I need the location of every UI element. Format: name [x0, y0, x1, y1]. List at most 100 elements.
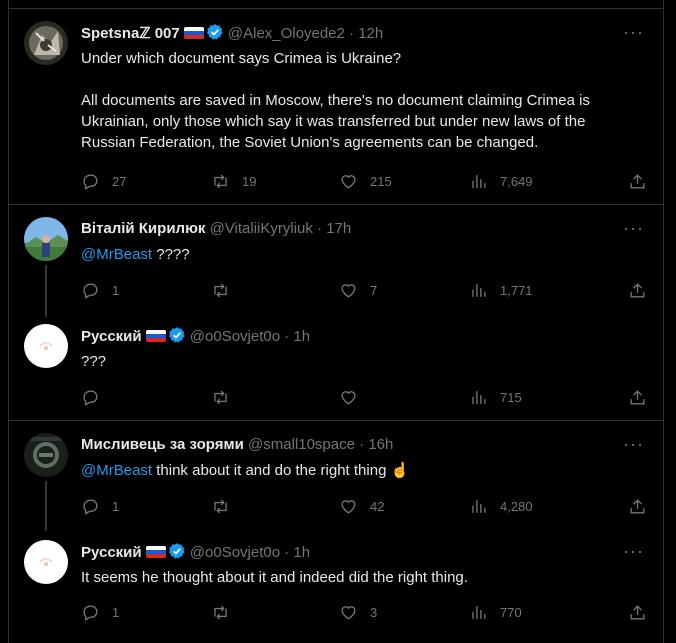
- views-button[interactable]: 7,649: [469, 171, 533, 191]
- tweet-text: @MrBeast think about it and do the right…: [81, 460, 643, 481]
- separator-dot: ·: [349, 25, 355, 42]
- views-button[interactable]: 770: [469, 602, 522, 622]
- reply-button[interactable]: 1: [81, 280, 119, 300]
- verified-badge-icon: [206, 24, 223, 40]
- more-icon[interactable]: ···: [623, 435, 643, 457]
- like-button[interactable]: [339, 387, 370, 407]
- views-button[interactable]: 4,280: [469, 496, 533, 516]
- like-count: 42: [370, 498, 385, 514]
- views-button[interactable]: 1,771: [469, 280, 533, 300]
- tweet-text-paragraph: All documents are saved in Moscow, there…: [81, 92, 590, 151]
- avatar[interactable]: [24, 433, 68, 477]
- retweet-button[interactable]: [211, 387, 242, 407]
- thread-line: [45, 265, 47, 317]
- separator-dot: ·: [284, 544, 290, 561]
- timestamp[interactable]: 12h: [358, 25, 383, 42]
- like-icon: [341, 174, 356, 189]
- like-count: 7: [370, 282, 378, 298]
- tweet-actions: 715: [81, 387, 647, 407]
- russia-flag-icon: [145, 546, 166, 558]
- avatar[interactable]: [24, 540, 68, 584]
- display-name[interactable]: Русский: [81, 328, 142, 345]
- timeline: Spetsnaℤ 007 @Alex_Oloyede2 · 12h ··· Un…: [8, 0, 664, 643]
- russia-flag-icon: [183, 27, 204, 39]
- display-name[interactable]: Віталій Кирилюк: [81, 220, 205, 237]
- display-name[interactable]: Spetsnaℤ 007: [81, 25, 180, 42]
- tweet-header: Русский @o0Sovjet0o · 1h: [81, 326, 663, 346]
- reply-count: 27: [112, 173, 127, 189]
- tweet-text: Under which document says Crimea is Ukra…: [81, 50, 402, 67]
- display-name[interactable]: Русский: [81, 544, 142, 561]
- tweet-text: It seems he thought about it and indeed …: [81, 569, 468, 586]
- handle[interactable]: @o0Sovjet0o: [190, 328, 280, 345]
- retweet-icon: [214, 499, 227, 513]
- tweet-text-content: think about it and do the right thing ☝️: [152, 462, 410, 479]
- retweet-icon: [214, 390, 227, 404]
- display-name[interactable]: Мисливець за зорями: [81, 436, 244, 453]
- like-count: 3: [370, 604, 378, 620]
- avatar[interactable]: [24, 324, 68, 368]
- handle[interactable]: @small10space: [248, 436, 355, 453]
- avatar[interactable]: [24, 217, 68, 261]
- retweet-icon: [214, 174, 227, 188]
- share-button[interactable]: [628, 496, 647, 516]
- handle[interactable]: @o0Sovjet0o: [190, 544, 280, 561]
- timestamp[interactable]: 1h: [293, 328, 310, 345]
- share-button[interactable]: [628, 387, 647, 407]
- tweet-header: Мисливець за зорями @small10space · 16h: [81, 435, 663, 455]
- views-button[interactable]: 715: [469, 387, 522, 407]
- retweet-button[interactable]: [211, 602, 242, 622]
- views-icon: [472, 390, 486, 404]
- view-count: 4,280: [500, 498, 533, 514]
- view-count: 1,771: [500, 282, 533, 298]
- reply-button[interactable]: 1: [81, 602, 119, 622]
- handle[interactable]: @VitaliiKyryliuk: [210, 220, 313, 237]
- separator-dot: ·: [359, 436, 365, 453]
- share-button[interactable]: [628, 280, 647, 300]
- retweet-button[interactable]: [211, 496, 242, 516]
- reply-count: 1: [112, 604, 120, 620]
- mention-link[interactable]: @MrBeast: [81, 246, 152, 263]
- tweet[interactable]: Русский @o0Sovjet0o · 1h ··· It seems he…: [9, 528, 663, 643]
- views-icon: [472, 283, 486, 297]
- tweet[interactable]: Русский @o0Sovjet0o · 1h ??? 715: [9, 312, 663, 420]
- handle[interactable]: @Alex_Oloyede2: [228, 25, 345, 42]
- like-icon: [341, 283, 356, 298]
- tweet[interactable]: Spetsnaℤ 007 @Alex_Oloyede2 · 12h ··· Un…: [9, 9, 663, 204]
- reply-icon: [83, 604, 98, 621]
- share-icon: [630, 173, 645, 189]
- like-icon: [341, 390, 356, 405]
- like-button[interactable]: 7: [339, 280, 377, 300]
- share-icon: [630, 498, 645, 514]
- share-button[interactable]: [628, 171, 647, 191]
- more-icon[interactable]: ···: [623, 23, 643, 45]
- reply-icon: [83, 282, 98, 299]
- share-icon: [630, 389, 645, 405]
- reply-count: 1: [112, 498, 120, 514]
- verified-badge-icon: [168, 543, 185, 559]
- tweet-actions: 1 7 1,771: [81, 280, 647, 300]
- timestamp[interactable]: 16h: [368, 436, 393, 453]
- like-button[interactable]: 42: [339, 496, 384, 516]
- like-button[interactable]: 215: [339, 171, 392, 191]
- view-count: 7,649: [500, 173, 533, 189]
- like-button[interactable]: 3: [339, 602, 377, 622]
- views-icon: [472, 499, 486, 513]
- more-icon[interactable]: ···: [623, 219, 643, 241]
- avatar[interactable]: [24, 21, 68, 65]
- tweet-header: Spetsnaℤ 007 @Alex_Oloyede2 · 12h: [81, 23, 663, 43]
- tweet[interactable]: Віталій Кирилюк @VitaliiKyryliuk · 17h ·…: [9, 205, 663, 317]
- mention-link[interactable]: @MrBeast: [81, 462, 152, 479]
- timestamp[interactable]: 17h: [326, 220, 351, 237]
- timestamp[interactable]: 1h: [293, 544, 310, 561]
- reply-button[interactable]: 27: [81, 171, 126, 191]
- view-count: 715: [500, 389, 522, 405]
- share-button[interactable]: [628, 602, 647, 622]
- tweet[interactable]: Мисливець за зорями @small10space · 16h …: [9, 421, 663, 531]
- retweet-button[interactable]: [211, 280, 242, 300]
- retweet-button[interactable]: 19: [211, 171, 256, 191]
- reply-button[interactable]: [81, 387, 112, 407]
- retweet-icon: [214, 605, 227, 619]
- more-icon[interactable]: ···: [623, 542, 643, 564]
- reply-button[interactable]: 1: [81, 496, 119, 516]
